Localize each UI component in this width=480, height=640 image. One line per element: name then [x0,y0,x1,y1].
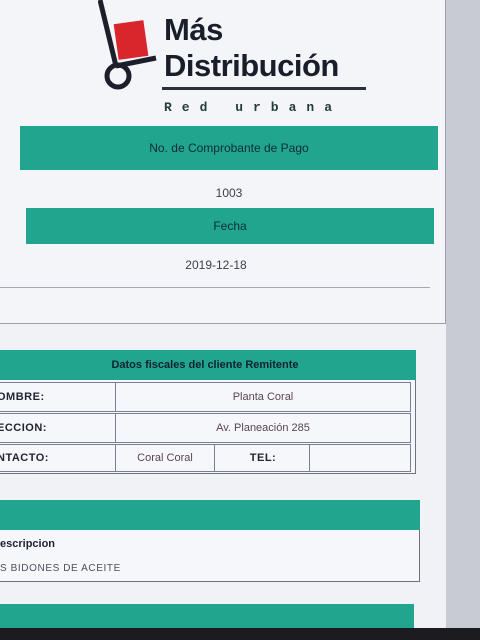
screen-bezel [0,628,480,640]
description-value: S BIDONES DE ACEITE [0,563,121,574]
company-logo: Más Distribución Red urbana [98,0,378,120]
description-label: escripcion [0,538,56,550]
phone-value [309,444,411,472]
name-value: Planta Coral [115,382,411,412]
page-margin [446,0,480,640]
date-value: 2019-12-18 [185,258,247,272]
address-value: Av. Planeación 285 [115,413,411,443]
logo-text-mas: Más [164,12,223,47]
contact-value: Coral Coral [115,444,215,472]
contact-label: NTACTO: [0,444,116,472]
document-page: Más Distribución Red urbana No. de Compr… [0,0,462,630]
divider [0,287,430,288]
address-label: ECCION: [0,413,116,443]
phone-label: TEL: [214,444,310,472]
next-section-header [0,604,414,630]
name-label: OMBRE: [0,382,116,412]
items-table-header [0,500,420,530]
logo-tagline: Red urbana [164,100,343,115]
hand-truck-logo-icon [98,0,157,90]
sender-table-header: Datos fiscales del cliente Remitente [0,350,416,380]
receipt-number-header: No. de Comprobante de Pago [20,126,438,170]
logo-text-distribucion: Distribución [164,48,339,83]
receipt-number-value: 1003 [215,186,243,200]
date-header: Fecha [26,208,434,244]
logo-underline [162,87,366,90]
